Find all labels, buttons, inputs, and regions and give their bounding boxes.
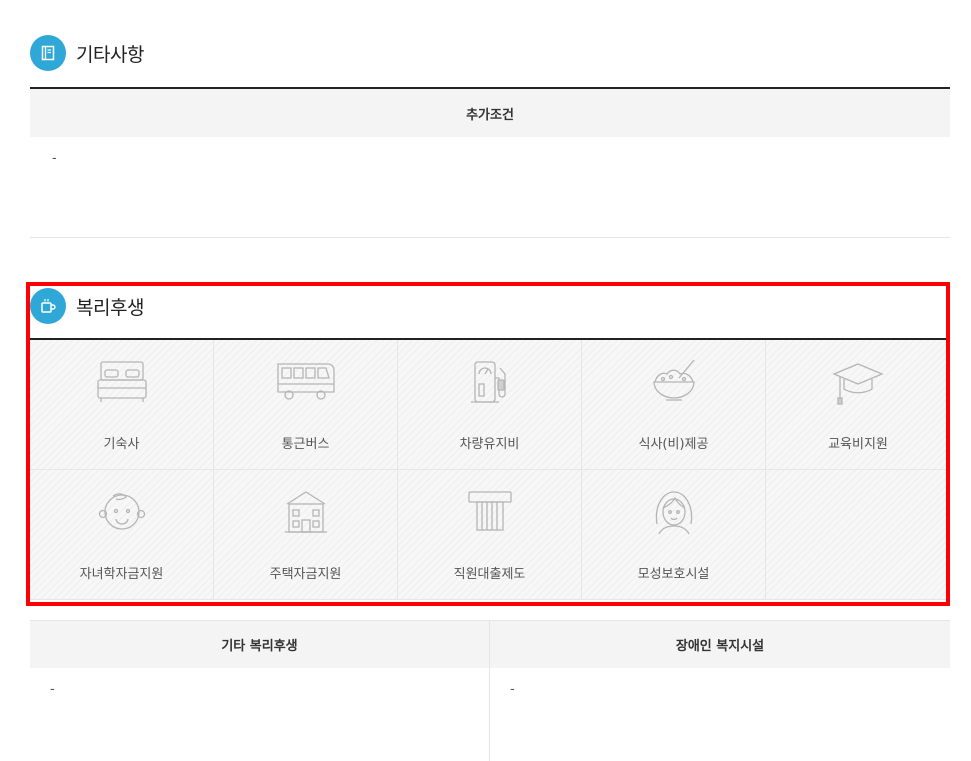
welfare-item-education-support: 교육비지원: [766, 340, 950, 470]
welfare-item-label: 차량유지비: [459, 437, 520, 452]
welfare-item-label: 직원대출제도: [453, 567, 526, 582]
coffee-cup-icon: [30, 288, 66, 324]
welfare-item-label: 기숙사: [103, 437, 140, 452]
welfare-item-label: 주택자금지원: [269, 567, 342, 582]
welfare-item-label: 교육비지원: [828, 437, 888, 452]
bus-icon: [276, 363, 335, 400]
extra-conditions-value: -: [52, 151, 57, 166]
welfare-item-commuter-bus: 통근버스: [214, 340, 398, 470]
child-face-icon: [98, 493, 145, 530]
etc-section-title: 기타사항: [76, 43, 144, 66]
document-icon: [30, 35, 66, 71]
welfare-item-vehicle-allowance: 차량유지비: [398, 340, 582, 470]
welfare-item-employee-loan: 직원대출제도: [398, 470, 582, 600]
atm-cash-icon: [467, 491, 512, 531]
other-welfare-cell: -: [30, 668, 489, 761]
rice-bowl-icon: [652, 359, 695, 401]
welfare-item-meal-provision: 식사(비)제공: [582, 340, 766, 470]
welfare-item-child-tuition: 자녀학자금지원: [30, 470, 214, 600]
welfare-item-housing-fund: 주택자금지원: [214, 470, 398, 600]
graduation-cap-icon: [832, 363, 884, 405]
etc-section-header: 기타사항: [30, 35, 144, 71]
welfare-item-label: 자녀학자금지원: [79, 567, 164, 582]
fuel-pump-icon: [470, 361, 506, 403]
extra-conditions-header: 추가조건: [30, 89, 950, 137]
welfare-item-label: 통근버스: [281, 437, 330, 452]
disability-facilities-header: 장애인 복지시설: [490, 621, 950, 668]
welfare-section-header: 복리후생: [30, 288, 144, 324]
disability-facilities-column: 장애인 복지시설 -: [490, 621, 950, 761]
welfare-item-empty: [766, 470, 950, 600]
other-welfare-header: 기타 복리후생: [30, 621, 489, 668]
extra-conditions-cell: -: [30, 137, 950, 238]
other-welfare-column: 기타 복리후생 -: [30, 621, 490, 761]
welfare-item-label: 식사(비)제공: [638, 437, 709, 452]
welfare-section-title: 복리후생: [76, 296, 144, 319]
disability-facilities-cell: -: [490, 668, 950, 761]
woman-face-icon: [655, 491, 692, 535]
other-welfare-value: -: [50, 682, 55, 697]
house-icon: [284, 491, 327, 533]
welfare-grid: 기숙사 통근버스 차량유지비 식사(비)제공 교육비지원 자녀학자금지원 주택자…: [30, 340, 950, 600]
welfare-item-maternity-protection: 모성보호시설: [582, 470, 766, 600]
bed-icon: [96, 361, 147, 402]
welfare-item-label: 모성보호시설: [637, 567, 710, 582]
welfare-item-dormitory: 기숙사: [30, 340, 214, 470]
disability-facilities-value: -: [510, 682, 515, 697]
